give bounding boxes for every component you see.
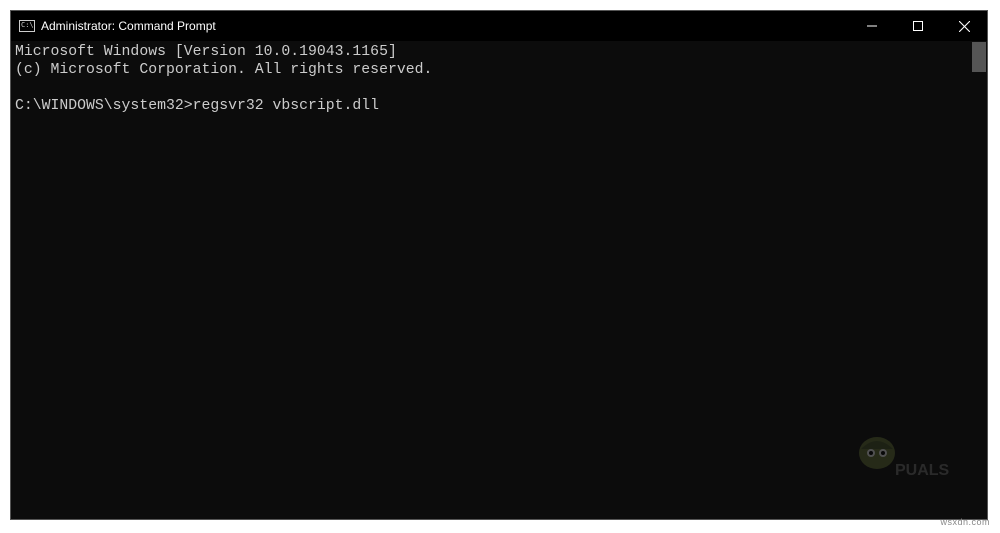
copyright-line: (c) Microsoft Corporation. All rights re… — [15, 62, 432, 78]
appuals-watermark-icon: PUALS — [849, 431, 959, 491]
window-title: Administrator: Command Prompt — [41, 19, 849, 33]
terminal-output: Microsoft Windows [Version 10.0.19043.11… — [11, 41, 987, 117]
maximize-icon — [913, 21, 923, 31]
svg-text:PUALS: PUALS — [895, 462, 950, 479]
minimize-icon — [867, 21, 877, 31]
window-controls — [849, 11, 987, 41]
cmd-icon: C:\ — [19, 20, 35, 32]
close-icon — [959, 21, 970, 32]
terminal-body[interactable]: Microsoft Windows [Version 10.0.19043.11… — [11, 41, 987, 519]
version-line: Microsoft Windows [Version 10.0.19043.11… — [15, 44, 397, 60]
site-watermark: wsxdn.com — [940, 517, 990, 527]
titlebar[interactable]: C:\ Administrator: Command Prompt — [11, 11, 987, 41]
prompt-line: C:\WINDOWS\system32>regsvr32 vbscript.dl… — [15, 98, 379, 114]
minimize-button[interactable] — [849, 11, 895, 41]
close-button[interactable] — [941, 11, 987, 41]
maximize-button[interactable] — [895, 11, 941, 41]
scrollbar-thumb[interactable] — [972, 42, 986, 72]
command-prompt-window: C:\ Administrator: Command Prompt — [10, 10, 988, 520]
